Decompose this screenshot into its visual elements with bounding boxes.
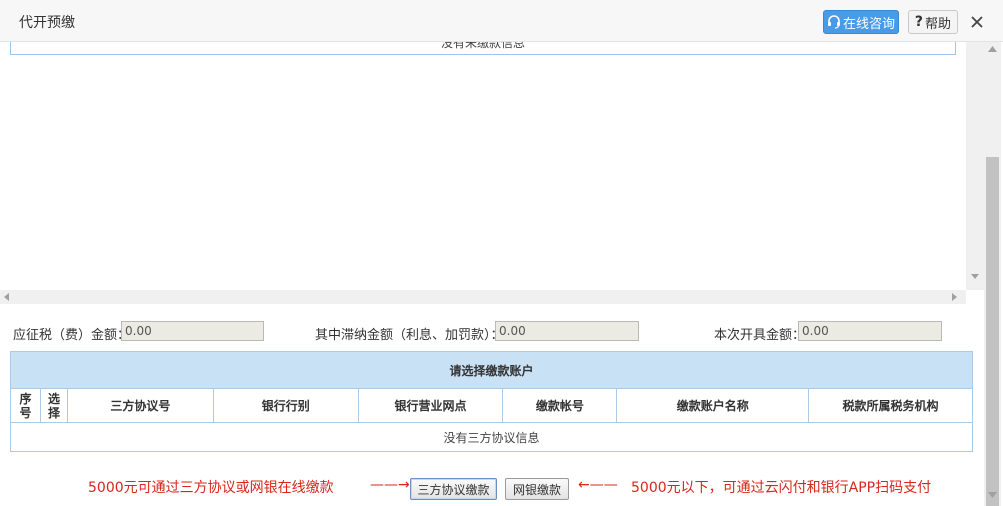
invoice-amount-field[interactable] [798, 321, 942, 341]
tripartite-payment-button[interactable]: 三方协议缴款 [410, 478, 497, 500]
close-icon [971, 16, 983, 28]
unpaid-empty-text: 没有未缴款信息 [440, 42, 525, 50]
dialog-vertical-scrollbar[interactable] [984, 42, 1001, 506]
tax-amount-label: 应征税（费）金额： [13, 328, 131, 343]
dialog-titlebar: 代开预缴 在线咨询 ? 帮助 [0, 0, 1003, 42]
col-header-bank-type: 银行行别 [212, 388, 359, 423]
scrollbar-thumb[interactable] [986, 157, 999, 506]
headset-icon [827, 15, 840, 29]
unpaid-info-table: 没有未缴款信息 [10, 42, 956, 55]
scan-payment-note: 5000元以下，可通过云闪付和银行APP扫码支付 [631, 480, 932, 496]
col-header-agreement-no: 三方协议号 [66, 388, 214, 423]
scroll-left-arrow-icon[interactable] [4, 293, 10, 301]
col-header-tax-authority: 税款所属税务机构 [808, 388, 973, 423]
scroll-down-arrow-icon[interactable] [988, 492, 997, 498]
col-header-account-name: 缴款账户名称 [616, 388, 810, 423]
table-empty-message: 没有三方协议信息 [10, 422, 973, 452]
question-mark-icon: ? [914, 14, 924, 30]
right-arrow-annotation: ——→ [370, 477, 410, 493]
col-header-bank-branch: 银行营业网点 [357, 388, 504, 423]
table-header-row: 序号 选择 三方协议号 银行行别 银行营业网点 缴款帐号 缴款账户名称 税款所属… [10, 388, 973, 423]
col-header-select: 选择 [39, 388, 68, 423]
online-consult-button[interactable]: 在线咨询 [823, 10, 899, 34]
table-caption: 请选择缴款账户 [10, 351, 973, 389]
invoice-amount-label: 本次开具金额： [714, 328, 806, 343]
close-button[interactable] [966, 10, 988, 34]
late-fee-field[interactable] [495, 321, 639, 341]
dialog-title: 代开预缴 [19, 15, 75, 31]
online-payment-note: 5000元可通过三方协议或网银在线缴款 [88, 480, 334, 496]
col-header-account-no: 缴款帐号 [502, 388, 618, 423]
tax-amount-field[interactable] [121, 321, 264, 341]
scroll-up-arrow-icon[interactable] [988, 46, 997, 52]
col-header-index: 序号 [10, 388, 41, 423]
help-label: 帮助 [925, 16, 952, 32]
unpaid-info-panel: 没有未缴款信息 [0, 42, 984, 304]
scroll-right-arrow-icon[interactable] [952, 293, 958, 301]
inner-vertical-scrollbar[interactable] [966, 42, 984, 290]
scroll-down-arrow-icon[interactable] [971, 274, 979, 280]
ebank-payment-button[interactable]: 网银缴款 [505, 478, 569, 500]
payment-account-table: 请选择缴款账户 序号 选择 三方协议号 银行行别 银行营业网点 缴款帐号 缴款账… [10, 351, 973, 452]
late-fee-label: 其中滞纳金额（利息、加罚款）： [315, 328, 504, 343]
online-consult-label: 在线咨询 [842, 16, 895, 32]
inner-horizontal-scrollbar[interactable] [0, 290, 966, 304]
help-button[interactable]: ? 帮助 [908, 10, 958, 34]
left-arrow-annotation: ←—— [578, 477, 618, 493]
